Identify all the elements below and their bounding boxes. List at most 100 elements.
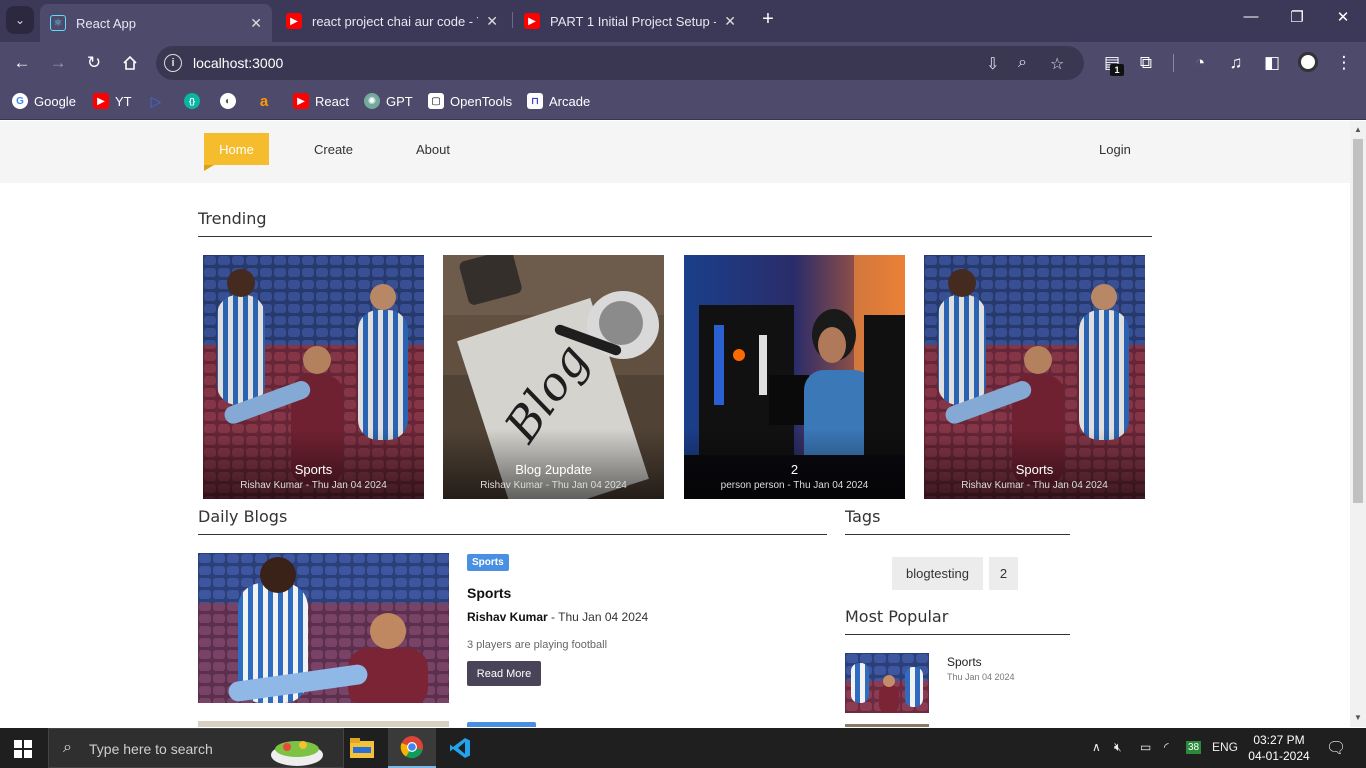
popular-post-image[interactable]: [845, 653, 929, 713]
back-button[interactable]: ←: [10, 51, 34, 75]
volume-muted-icon[interactable]: 🔇︎: [1114, 740, 1122, 755]
zoom-icon[interactable]: ⌕: [1018, 54, 1027, 72]
bookmark-arcade[interactable]: ⊓ Arcade: [527, 92, 590, 110]
bookmark-play[interactable]: ▷: [148, 92, 170, 110]
browser-tab-bar: ⌄ ⚛ React App ✕ ▶ react project chai aur…: [0, 0, 1366, 42]
tab-react-app[interactable]: ⚛ React App ✕: [40, 4, 272, 42]
close-icon[interactable]: ✕: [724, 13, 736, 30]
bookmark-amazon[interactable]: a: [256, 92, 278, 110]
bookmark-react[interactable]: ▶ React: [293, 92, 349, 110]
trending-card[interactable]: 2 person person - Thu Jan 04 2024: [684, 255, 905, 499]
clock-date: 04-01-2024: [1248, 749, 1310, 763]
blog-post-image[interactable]: [198, 721, 449, 727]
taskbar-vscode[interactable]: [436, 728, 484, 768]
scroll-up-icon[interactable]: ▲: [1354, 125, 1362, 134]
search-icon: ⌕: [63, 739, 72, 756]
minimize-icon: —: [1243, 8, 1259, 25]
youtube-icon: ▶: [293, 93, 309, 109]
scrollbar-thumb[interactable]: [1353, 139, 1363, 503]
bookmark-label: YT: [115, 93, 132, 109]
card-meta: Blog 2update Rishav Kumar - Thu Jan 04 2…: [443, 462, 664, 491]
extensions-menu-button[interactable]: ⧉: [1134, 51, 1158, 75]
performance-button[interactable]: ◔: [1188, 51, 1212, 75]
puzzle-icon: ⧉: [1139, 53, 1153, 72]
url-text[interactable]: localhost:3000: [193, 55, 283, 71]
popular-post-image[interactable]: [845, 724, 929, 727]
close-icon[interactable]: ✕: [250, 15, 262, 32]
scroll-down-icon[interactable]: ▼: [1354, 713, 1362, 722]
category-badge[interactable]: Sports: [467, 554, 509, 571]
tray-expand-icon[interactable]: ∧: [1092, 740, 1101, 754]
blog-post-description: 3 players are playing football: [467, 639, 608, 651]
arrow-left-icon: ←: [13, 53, 31, 72]
tab-youtube-2[interactable]: ▶ PART 1 Initial Project Setup - YouTube…: [514, 4, 746, 38]
trending-card[interactable]: Sports Rishav Kumar - Thu Jan 04 2024: [203, 255, 424, 499]
taskbar-search[interactable]: ⌕ Type here to search: [48, 728, 344, 768]
windows-taskbar: ⌕ Type here to search ∧ 🔇︎ ▭ ◜ 38 ENG 03…: [0, 728, 1366, 768]
tab-title: React App: [76, 15, 136, 31]
vscode-icon: [450, 738, 470, 758]
category-badge[interactable]: [467, 722, 536, 727]
home-icon: [123, 55, 137, 70]
bookmark-star-icon[interactable]: ☆: [1050, 54, 1064, 74]
amazon-icon: a: [259, 92, 269, 110]
bookmark-globe[interactable]: ◐: [220, 92, 242, 110]
close-icon[interactable]: ✕: [486, 13, 498, 30]
nav-create[interactable]: Create: [314, 142, 353, 157]
trending-card[interactable]: Sports Rishav Kumar - Thu Jan 04 2024: [924, 255, 1145, 499]
site-info-icon[interactable]: i: [164, 54, 182, 72]
notification-icon[interactable]: 🗨︎: [1326, 738, 1346, 758]
taskbar-clock[interactable]: 03:27 PM 04-01-2024: [1236, 732, 1322, 764]
profile-avatar[interactable]: [1298, 52, 1318, 72]
address-bar[interactable]: i localhost:3000 ⇩ ⌕ ☆: [156, 46, 1084, 80]
tag-chip[interactable]: 2: [989, 557, 1018, 590]
opentools-icon: ▢: [428, 93, 444, 109]
popular-post-title[interactable]: Sports: [947, 655, 982, 669]
install-app-icon[interactable]: ⇩: [986, 54, 999, 74]
plus-icon: +: [762, 8, 774, 30]
home-button[interactable]: [118, 51, 142, 75]
taskbar-chrome[interactable]: [388, 728, 436, 768]
bookmark-google[interactable]: G Google: [12, 92, 76, 110]
blog-post-title[interactable]: Sports: [467, 585, 511, 601]
minimize-button[interactable]: —: [1228, 8, 1274, 25]
web-page: Home Create About Login Trending Sports …: [0, 121, 1350, 727]
start-button[interactable]: [14, 740, 32, 763]
taskbar-file-explorer[interactable]: [338, 728, 386, 768]
close-window-button[interactable]: ✕: [1320, 8, 1366, 26]
bookmark-opentools[interactable]: ▢ OpenTools: [428, 92, 512, 110]
restore-icon: ❐: [1290, 9, 1304, 26]
read-more-button[interactable]: Read More: [467, 661, 541, 686]
page-scrollbar[interactable]: ▲ ▼: [1350, 121, 1366, 727]
football-image: [845, 653, 929, 713]
browser-menu-button[interactable]: ⋮: [1332, 51, 1356, 75]
bookmark-codeium[interactable]: {}: [184, 92, 206, 110]
nav-about[interactable]: About: [416, 142, 450, 157]
tab-search-button[interactable]: ⌄: [6, 6, 34, 34]
folder-icon: [350, 738, 374, 758]
bookmarks-bar: G Google ▶ YT ▷ {} ◐ a ▶ React ✺ GPT ▢ O…: [0, 84, 1366, 120]
forward-button[interactable]: →: [46, 51, 70, 75]
battery-icon[interactable]: ▭: [1140, 740, 1151, 754]
trending-card[interactable]: Blog Blog 2update Rishav Kumar - Thu Jan…: [443, 255, 664, 499]
card-title: Sports: [1015, 462, 1054, 477]
blog-post-image[interactable]: [198, 553, 449, 703]
nav-login[interactable]: Login: [1099, 142, 1131, 157]
reload-button[interactable]: ↻: [82, 51, 106, 75]
language-indicator[interactable]: ENG: [1212, 740, 1238, 754]
media-controls-button[interactable]: ♫: [1224, 51, 1248, 75]
tab-youtube-1[interactable]: ▶ react project chai aur code - YouTube …: [276, 4, 508, 38]
bookmark-gpt[interactable]: ✺ GPT: [364, 92, 413, 110]
blog-author: Rishav Kumar: [467, 610, 548, 624]
side-panel-button[interactable]: ◧: [1260, 51, 1284, 75]
restore-button[interactable]: ❐: [1274, 8, 1320, 26]
trending-divider: [198, 236, 1152, 237]
wifi-icon[interactable]: ◜: [1164, 740, 1169, 754]
tag-chip[interactable]: blogtesting: [892, 557, 983, 590]
nav-home[interactable]: Home: [204, 133, 269, 171]
tab-title: react project chai aur code - YouTube: [312, 13, 478, 29]
bookmark-yt[interactable]: ▶ YT: [93, 92, 132, 110]
search-placeholder: Type here to search: [89, 741, 213, 757]
openai-icon: ✺: [364, 93, 380, 109]
new-tab-button[interactable]: +: [758, 8, 778, 31]
